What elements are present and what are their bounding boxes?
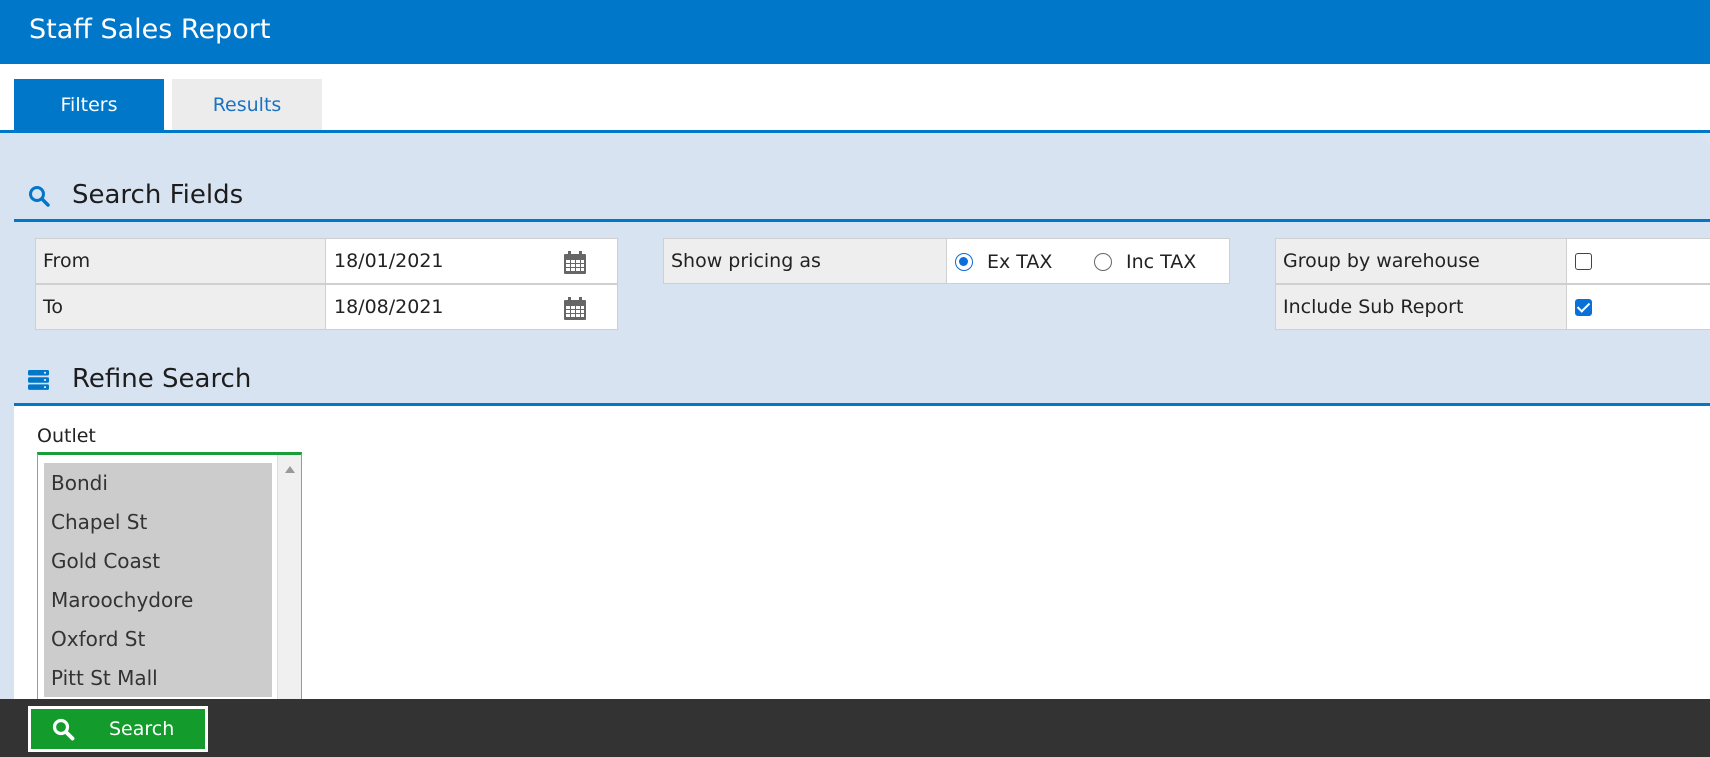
- to-label: To: [35, 284, 326, 330]
- scroll-up-arrow-icon[interactable]: [285, 466, 295, 473]
- search-fields-header: Search Fields: [0, 166, 1710, 226]
- list-item[interactable]: Bondi: [44, 463, 272, 502]
- search-button[interactable]: Search: [28, 706, 208, 752]
- radio-ex-tax-button[interactable]: [955, 253, 973, 271]
- refine-search-title: Refine Search: [72, 364, 252, 394]
- list-item[interactable]: Pitt St Mall: [44, 658, 272, 697]
- listbox-scrollbar[interactable]: [277, 455, 301, 699]
- outlet-label: Outlet: [37, 425, 96, 447]
- server-stack-icon: [28, 370, 49, 390]
- search-icon: [52, 718, 75, 741]
- to-field: [325, 284, 618, 330]
- list-item[interactable]: Oxford St: [44, 619, 272, 658]
- radio-ex-tax[interactable]: Ex TAX: [955, 251, 1052, 273]
- refine-search-header: Refine Search: [0, 350, 1710, 410]
- pricing-label: Show pricing as: [663, 238, 947, 284]
- search-fields-title: Search Fields: [72, 180, 244, 210]
- calendar-icon[interactable]: [563, 251, 587, 275]
- to-label-text: To: [43, 296, 64, 318]
- include-sub-report-text: Include Sub Report: [1283, 296, 1464, 318]
- radio-ex-tax-label: Ex TAX: [987, 251, 1053, 273]
- from-label: From: [35, 238, 326, 284]
- search-icon: [29, 186, 50, 207]
- app-header: Staff Sales Report: [0, 0, 1710, 64]
- include-sub-report-checkbox[interactable]: [1575, 299, 1592, 316]
- include-sub-report-cell: [1566, 284, 1710, 330]
- from-label-text: From: [43, 250, 91, 272]
- group-by-warehouse-cell: [1566, 238, 1710, 284]
- list-item[interactable]: Chapel St: [44, 502, 272, 541]
- tab-filters[interactable]: Filters: [14, 79, 164, 131]
- outlet-listbox[interactable]: Bondi Chapel St Gold Coast Maroochydore …: [37, 452, 302, 699]
- search-button-label: Search: [109, 718, 175, 740]
- page-title: Staff Sales Report: [29, 14, 271, 45]
- group-by-warehouse-checkbox[interactable]: [1575, 253, 1592, 270]
- radio-inc-tax[interactable]: Inc TAX: [1094, 251, 1196, 273]
- tab-bar: Filters Results: [0, 64, 1710, 132]
- list-item[interactable]: Maroochydore: [44, 580, 272, 619]
- pricing-label-text: Show pricing as: [671, 250, 821, 272]
- tab-results[interactable]: Results: [172, 79, 322, 131]
- from-date-input[interactable]: [334, 250, 544, 272]
- group-by-warehouse-text: Group by warehouse: [1283, 250, 1480, 272]
- pricing-options: Ex TAX Inc TAX: [946, 238, 1230, 284]
- outlet-options: Bondi Chapel St Gold Coast Maroochydore …: [44, 463, 272, 697]
- group-by-warehouse-label: Group by warehouse: [1275, 238, 1567, 284]
- from-field: [325, 238, 618, 284]
- list-item[interactable]: Gold Coast: [44, 541, 272, 580]
- include-sub-report-label: Include Sub Report: [1275, 284, 1567, 330]
- footer-bar: Search: [0, 699, 1710, 757]
- to-date-input[interactable]: [334, 296, 544, 318]
- filters-panel: Search Fields From To: [0, 133, 1710, 699]
- radio-inc-tax-label: Inc TAX: [1126, 251, 1197, 273]
- radio-inc-tax-button[interactable]: [1094, 253, 1112, 271]
- calendar-icon[interactable]: [563, 297, 587, 321]
